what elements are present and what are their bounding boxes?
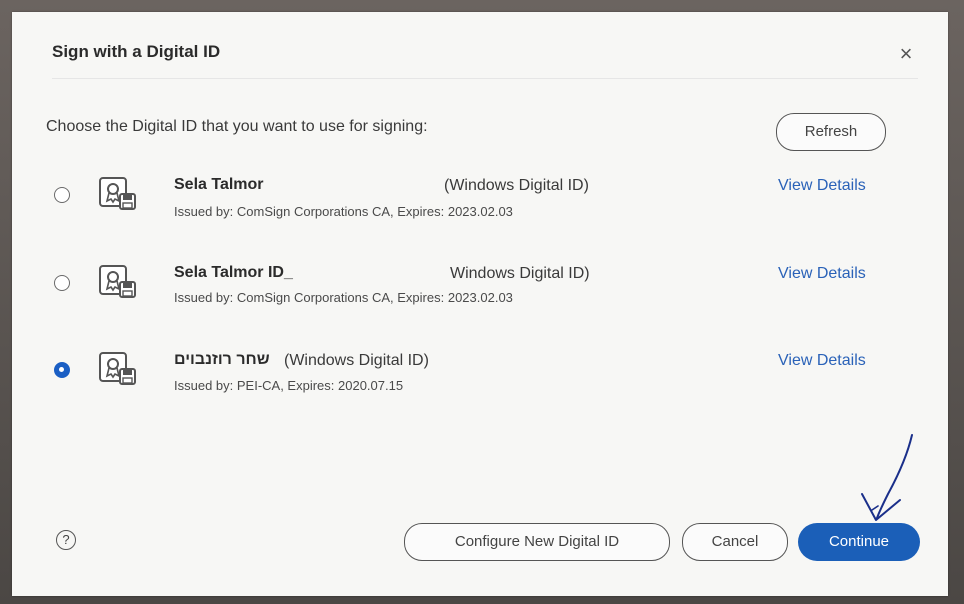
help-icon[interactable]: ? <box>56 530 76 550</box>
view-details-link[interactable]: View Details <box>778 265 866 283</box>
radio-button[interactable] <box>54 275 70 291</box>
view-details-link[interactable]: View Details <box>778 352 866 370</box>
radio-button-selected[interactable] <box>54 362 70 378</box>
digital-id-issuer: Issued by: ComSign Corporations CA, Expi… <box>174 204 513 219</box>
close-icon[interactable]: × <box>896 43 916 65</box>
digital-id-row[interactable]: שחר רוזנבוים (Windows Digital ID) Issued… <box>12 349 948 409</box>
digital-id-row[interactable]: Sela Talmor ID_ Windows Digital ID) Issu… <box>12 262 948 322</box>
digital-id-name: שחר רוזנבוים <box>174 351 270 368</box>
view-details-link[interactable]: View Details <box>778 177 866 195</box>
radio-button[interactable] <box>54 187 70 203</box>
configure-new-digital-id-button[interactable]: Configure New Digital ID <box>404 523 670 561</box>
sign-digital-id-dialog: Sign with a Digital ID × Choose the Digi… <box>12 12 948 596</box>
cancel-button[interactable]: Cancel <box>682 523 788 561</box>
certificate-icon <box>99 177 136 210</box>
continue-button[interactable]: Continue <box>798 523 920 561</box>
header-divider <box>52 78 918 79</box>
screenshot-frame: Sign with a Digital ID × Choose the Digi… <box>0 0 964 604</box>
digital-id-name: Sela Talmor <box>174 176 264 193</box>
digital-id-type: (Windows Digital ID) <box>444 177 589 194</box>
instruction-text: Choose the Digital ID that you want to u… <box>46 118 428 135</box>
certificate-icon <box>99 265 136 298</box>
hand-drawn-arrow <box>861 434 913 521</box>
digital-id-issuer: Issued by: ComSign Corporations CA, Expi… <box>174 290 513 305</box>
dialog-title: Sign with a Digital ID <box>52 42 221 61</box>
digital-id-name: Sela Talmor ID_ <box>174 264 293 281</box>
digital-id-type: (Windows Digital ID) <box>284 352 429 369</box>
digital-id-row[interactable]: Sela Talmor (Windows Digital ID) Issued … <box>12 174 948 234</box>
digital-id-type: Windows Digital ID) <box>450 265 590 282</box>
refresh-button[interactable]: Refresh <box>776 113 886 151</box>
digital-id-issuer: Issued by: PEI-CA, Expires: 2020.07.15 <box>174 378 404 393</box>
certificate-icon <box>99 352 136 385</box>
